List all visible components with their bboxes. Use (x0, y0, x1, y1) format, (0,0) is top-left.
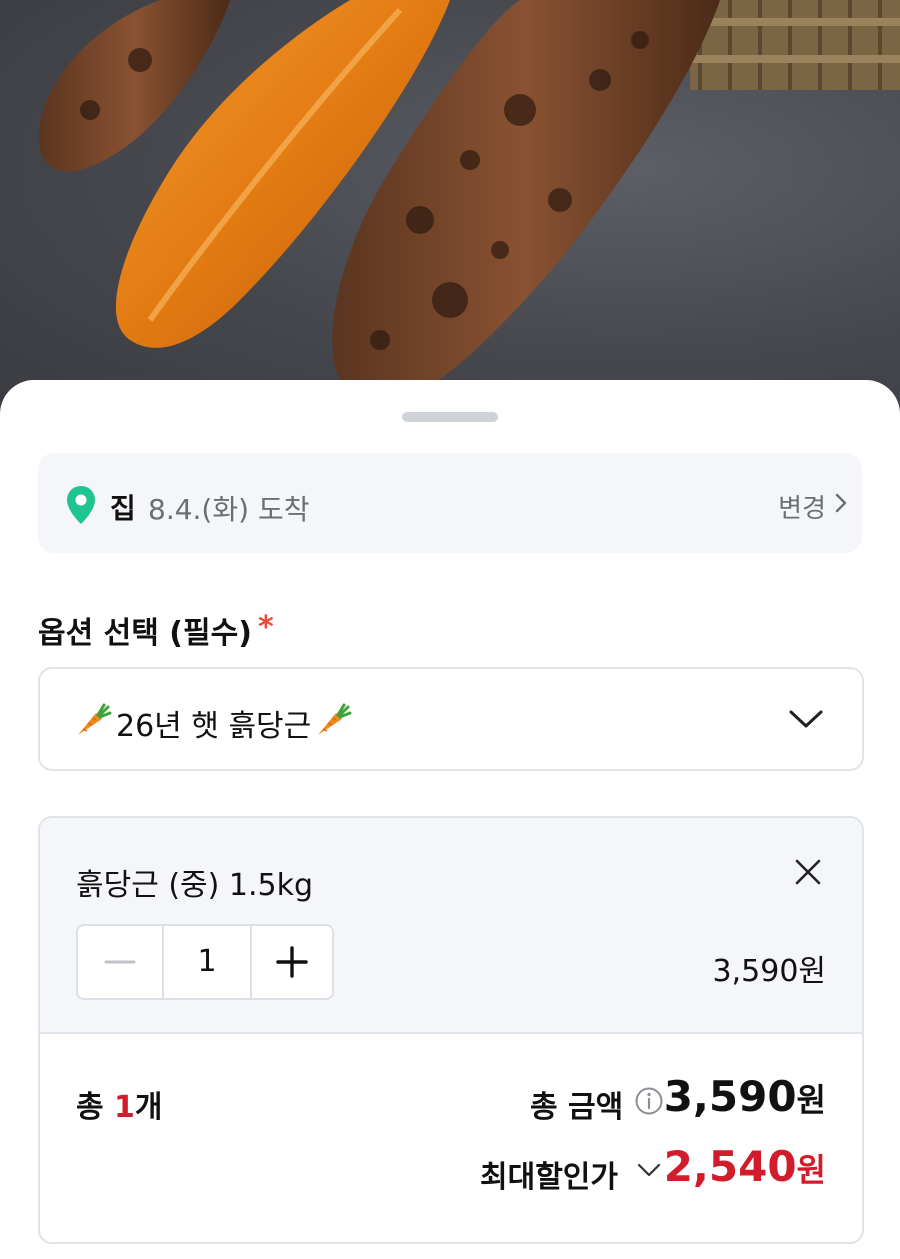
total-count-suffix: 개 (134, 1090, 163, 1125)
option-section-title: 옵션 선택 (필수) (38, 616, 252, 651)
delivery-date: 8.4.(화) 도착 (148, 493, 310, 526)
sheet-drag-handle[interactable] (402, 412, 498, 422)
total-amount-unit: 원 (796, 1081, 826, 1119)
total-amount: 3,590원 (664, 1072, 826, 1121)
total-count-prefix: 총 (76, 1090, 115, 1125)
product-photo (0, 0, 900, 420)
delivery-place: 집 (110, 492, 136, 525)
change-address-link[interactable]: 변경 (778, 488, 826, 525)
selected-item-card: 흙당근 (중) 1.5kg 1 3,590원 총 1개 총 금액 3,590원 … (38, 816, 864, 1244)
info-icon[interactable] (634, 1086, 664, 1116)
item-name: 흙당근 (중) 1.5kg (76, 868, 314, 903)
option-select[interactable]: 26년 햇 흙당근 (38, 667, 864, 771)
increase-quantity-button[interactable] (252, 926, 332, 998)
total-amount-label: 총 금액 (530, 1090, 624, 1125)
location-pin-icon (67, 486, 95, 524)
delivery-info-bar[interactable]: 집 8.4.(화) 도착 변경 (38, 453, 862, 553)
max-discount-amount: 2,540원 (664, 1142, 826, 1191)
total-count-value: 1 (114, 1090, 135, 1125)
close-icon[interactable] (792, 856, 824, 888)
carrot-icon (78, 703, 112, 735)
max-discount-toggle[interactable]: 최대할인가 (480, 1152, 618, 1196)
required-mark: * (258, 610, 274, 645)
quantity-stepper: 1 (76, 924, 334, 1000)
minus-icon (104, 960, 136, 964)
decrease-quantity-button[interactable] (78, 926, 164, 998)
selected-option-text: 26년 햇 흙당근 (116, 709, 312, 744)
total-count: 총 1개 (76, 1082, 163, 1126)
bottom-sheet: 집 8.4.(화) 도착 변경 옵션 선택 (필수) * 26년 햇 흙당근 흙… (0, 380, 900, 1259)
selected-item-row: 흙당근 (중) 1.5kg 1 3,590원 (40, 818, 862, 1034)
quantity-value[interactable]: 1 (164, 926, 252, 998)
chevron-down-icon[interactable] (636, 1162, 662, 1178)
chevron-down-icon (789, 710, 823, 728)
discount-amount-unit: 원 (796, 1151, 826, 1189)
carrot-photo-illustration (38, 0, 900, 402)
plus-icon (276, 946, 308, 978)
carrot-icon (318, 703, 352, 735)
item-price: 3,590원 (712, 954, 826, 989)
total-amount-number: 3,590 (663, 1072, 797, 1121)
discount-amount-number: 2,540 (663, 1142, 797, 1191)
chevron-right-icon (835, 493, 847, 513)
